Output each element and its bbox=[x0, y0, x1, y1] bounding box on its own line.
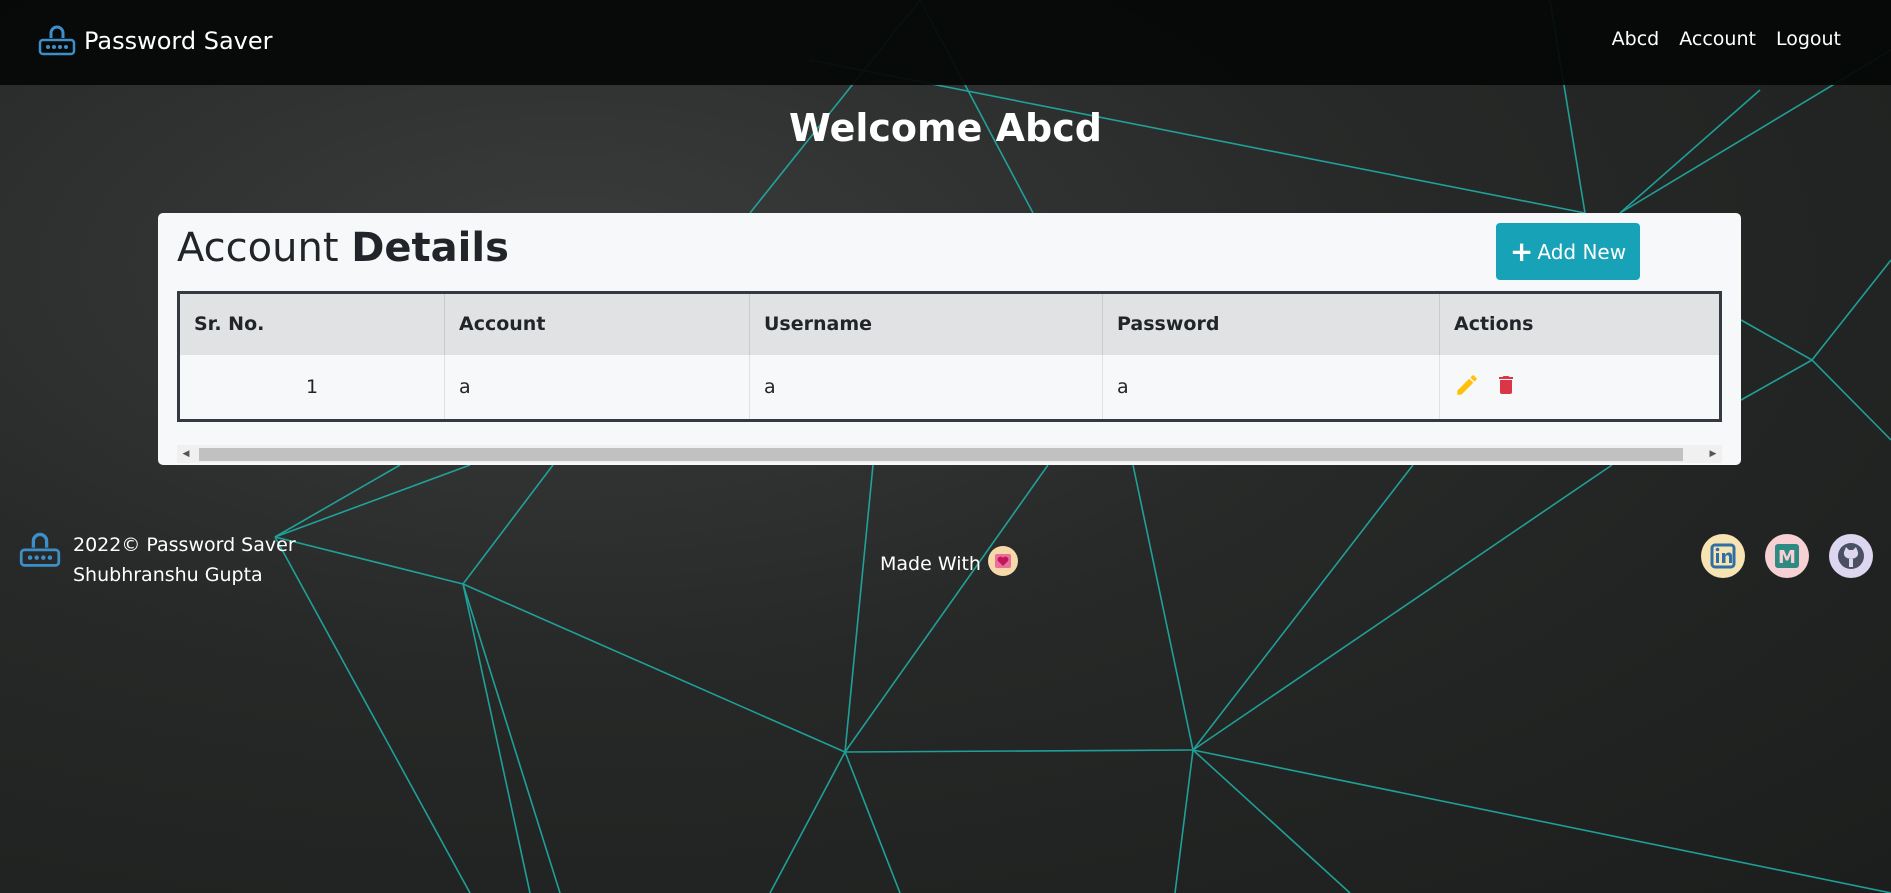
header-actions: Actions bbox=[1439, 292, 1721, 355]
header-sr-no: Sr. No. bbox=[178, 292, 445, 355]
footer-brand: 2022© Password Saver Shubhranshu Gupta bbox=[19, 530, 296, 590]
scroll-right-arrow-icon[interactable]: ▶ bbox=[1704, 445, 1722, 463]
plus-icon: + bbox=[1509, 234, 1534, 268]
delete-trash-icon[interactable] bbox=[1494, 372, 1518, 403]
made-with-label: Made With bbox=[880, 552, 981, 575]
cell-username: a bbox=[749, 354, 1103, 421]
card-title-regular: Account bbox=[177, 225, 352, 271]
add-new-button[interactable]: + Add New bbox=[1496, 223, 1640, 280]
nav-link-account[interactable]: Account bbox=[1679, 28, 1756, 50]
made-with: Made With bbox=[880, 545, 1019, 582]
horizontal-scrollbar[interactable]: ◀ ▶ bbox=[177, 445, 1722, 463]
welcome-heading: Welcome Abcd bbox=[789, 106, 1102, 150]
github-icon[interactable] bbox=[1827, 532, 1875, 584]
footer-text: 2022© Password Saver Shubhranshu Gupta bbox=[73, 530, 296, 590]
cell-account: a bbox=[444, 354, 750, 421]
card-title-bold: Details bbox=[351, 225, 509, 271]
nav-link-user[interactable]: Abcd bbox=[1612, 28, 1660, 50]
cell-password: a bbox=[1102, 354, 1440, 421]
nav-link-logout[interactable]: Logout bbox=[1776, 28, 1841, 50]
footer-copyright: 2022© Password Saver bbox=[73, 534, 296, 556]
linkedin-icon[interactable] bbox=[1699, 532, 1747, 584]
table-header-row: Sr. No. Account Username Password Action… bbox=[178, 292, 1721, 355]
header-username: Username bbox=[749, 292, 1103, 355]
header-password: Password bbox=[1102, 292, 1440, 355]
edit-pencil-icon[interactable] bbox=[1454, 372, 1480, 403]
table-row: 1 a a a bbox=[178, 354, 1721, 421]
cell-actions bbox=[1439, 354, 1721, 421]
card-title: Account Details bbox=[177, 225, 509, 271]
header-account: Account bbox=[444, 292, 750, 355]
router-lock-icon bbox=[19, 530, 61, 590]
account-details-card: Account Details + Add New Sr. No. Accoun… bbox=[158, 213, 1741, 465]
cell-sr-no: 1 bbox=[178, 354, 445, 421]
navbar: Password Saver Abcd Account Logout bbox=[0, 0, 1891, 85]
nav-links: Abcd Account Logout bbox=[1592, 28, 1841, 50]
add-new-label: Add New bbox=[1537, 239, 1627, 264]
medium-icon[interactable]: M bbox=[1763, 532, 1811, 584]
heart-icon bbox=[987, 545, 1019, 582]
router-lock-icon bbox=[38, 24, 76, 58]
footer-author: Shubhranshu Gupta bbox=[73, 564, 263, 586]
social-links: M bbox=[1699, 532, 1891, 584]
brand-name: Password Saver bbox=[84, 27, 273, 55]
svg-text:M: M bbox=[1778, 547, 1796, 568]
scroll-left-arrow-icon[interactable]: ◀ bbox=[177, 445, 195, 463]
brand[interactable]: Password Saver bbox=[38, 24, 273, 58]
accounts-table: Sr. No. Account Username Password Action… bbox=[177, 291, 1722, 422]
scroll-thumb[interactable] bbox=[199, 448, 1683, 461]
